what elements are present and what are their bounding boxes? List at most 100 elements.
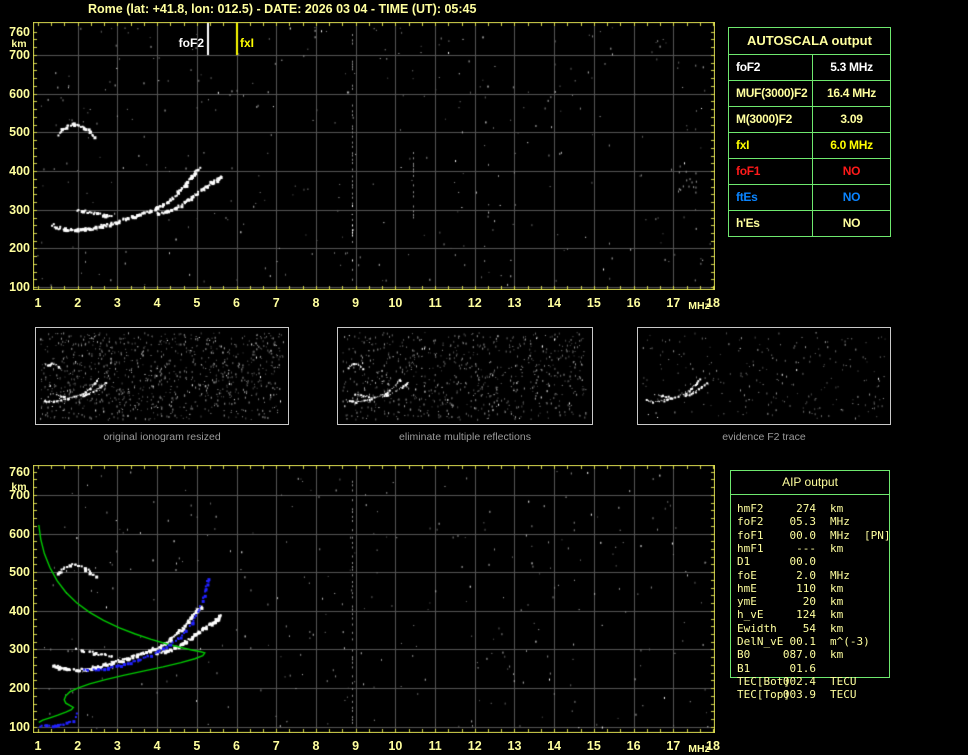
autoscala-row-label: ftEs (729, 185, 813, 210)
mhz-unit-label: MHz (688, 300, 710, 312)
autoscala-row-label: fxI (729, 133, 813, 158)
autoscala-row-value: NO (842, 190, 861, 204)
y-tick-label: 760 (9, 24, 30, 39)
aip-row-unit: km (830, 621, 844, 635)
aip-row-value: 2.0 (796, 568, 816, 582)
x-tick-label: 3 (113, 296, 121, 310)
y-tick-label: 400 (9, 164, 30, 179)
aip-row-note: [PN] (864, 528, 891, 542)
aip-row-label: foF1 (737, 528, 764, 542)
y-tick-label: 500 (9, 125, 30, 140)
y-tick-label: 700 (9, 47, 30, 62)
autoscala-row: h'Es NO (729, 211, 890, 236)
x-tick-label: 11 (428, 296, 442, 310)
aip-row-unit: km (830, 541, 844, 555)
autoscala-row-label: foF2 (729, 55, 813, 80)
aip-row: h_vE 124 km (730, 608, 890, 621)
autoscala-row: foF1 NO (729, 159, 890, 185)
aip-row-unit: MHz (830, 528, 850, 542)
aip-row-unit: TECU (830, 674, 857, 688)
autoscala-row: ftEs NO (729, 185, 890, 211)
aip-row: B1 01.6 (730, 662, 890, 675)
aip-row-value: 274 (796, 502, 816, 515)
km-unit-label: km (11, 38, 27, 50)
mhz-unit-label: MHz (688, 743, 710, 755)
autoscala-row-value: 3.09 (840, 112, 863, 126)
aip-row-label: foF2 (737, 515, 764, 529)
aip-header: AIP output (782, 475, 838, 489)
aip-row: foF1 00.0 MHz [PN] (730, 528, 891, 542)
aip-row-value: --- (796, 541, 816, 555)
autoscala-row: foF2 5.3 MHz (729, 55, 890, 81)
aip-row-label: B1 (737, 661, 751, 675)
aip-row: TEC[Top] 003.9 TECU (730, 688, 890, 701)
x-tick-label: 4 (153, 296, 161, 310)
aip-row-value: 087.0 (782, 648, 816, 662)
aip-row-label: hmF1 (737, 541, 764, 555)
aip-row-unit: MHz (830, 568, 850, 582)
aip-row-label: h_vE (737, 608, 764, 622)
x-tick-label: 1 (34, 739, 42, 753)
autoscala-row-value: 6.0 MHz (830, 138, 873, 152)
aip-row: hmF1 --- km (730, 542, 890, 555)
aip-row-unit: m^(-3) (830, 635, 870, 648)
aip-row-value: 00.0 (789, 555, 817, 569)
x-tick-label: 13 (507, 739, 522, 753)
x-tick-label: 17 (666, 739, 681, 753)
aip-row-label: B0 (737, 648, 751, 662)
y-tick-label: 600 (9, 526, 30, 541)
x-tick-label: 3 (113, 739, 121, 753)
autoscala-row-value: NO (842, 164, 861, 178)
y-tick-label: 300 (9, 642, 30, 657)
autoscala-header: AUTOSCALA output (729, 28, 890, 55)
km-unit-label: km (11, 481, 27, 493)
thumbnail-caption-f2trace: evidence F2 trace (722, 431, 806, 443)
aip-row-label: hmF2 (737, 502, 764, 515)
x-tick-label: 2 (74, 739, 82, 753)
x-tick-label: 10 (388, 739, 403, 753)
x-tick-label: 6 (233, 296, 240, 310)
aip-row-value: 01.6 (789, 661, 817, 675)
thumbnail-original-canvas (36, 328, 288, 424)
ionogram-bottom-plot (33, 465, 715, 733)
x-tick-label: 14 (547, 296, 562, 310)
aip-row-unit: MHz (830, 515, 850, 529)
autoscala-row-label: MUF(3000)F2 (729, 81, 813, 106)
thumbnail-caption-filtered: eliminate multiple reflections (399, 431, 531, 443)
y-tick-label: 100 (9, 280, 30, 295)
aip-row-value: 124 (796, 608, 816, 622)
thumbnail-filtered-canvas (338, 328, 592, 424)
aip-row: ymE 20 km (730, 595, 890, 608)
y-tick-label: 300 (9, 202, 30, 217)
aip-row-unit: km (830, 648, 844, 662)
aip-row-label: foE (737, 568, 757, 582)
aip-row-unit: km (830, 581, 844, 595)
fxi-marker-label: fxI (240, 36, 255, 50)
thumbnail-f2trace-canvas (638, 328, 890, 424)
x-tick-label: 17 (666, 296, 681, 310)
x-tick-label: 1 (34, 296, 42, 310)
x-tick-label: 5 (193, 739, 201, 753)
aip-row-label: ymE (737, 595, 757, 609)
x-tick-label: 5 (193, 296, 201, 310)
y-tick-label: 200 (9, 241, 30, 256)
x-tick-label: 7 (272, 296, 280, 310)
aip-row: D1 00.0 (730, 555, 890, 568)
x-tick-label: 12 (467, 739, 482, 753)
x-tick-label: 10 (388, 296, 403, 310)
autoscala-row: M(3000)F2 3.09 (729, 107, 890, 133)
thumbnail-caption-original: original ionogram resized (103, 431, 221, 443)
aip-row: B0 087.0 km (730, 648, 890, 661)
autoscala-row-label: M(3000)F2 (729, 107, 813, 132)
x-tick-label: 4 (153, 739, 161, 753)
x-tick-label: 14 (547, 739, 562, 753)
aip-row-value: 00.1 (789, 635, 817, 648)
y-tick-label: 100 (9, 719, 30, 734)
autoscala-row: MUF(3000)F2 16.4 MHz (729, 81, 890, 107)
autoscala-row-value: 5.3 MHz (830, 60, 873, 74)
aip-row-value: 20 (802, 595, 816, 609)
thumbnail-filtered (337, 327, 593, 425)
autoscala-row: fxI 6.0 MHz (729, 133, 890, 159)
autoscala-row-label: foF1 (729, 159, 813, 184)
aip-row-unit: TECU (830, 688, 857, 702)
